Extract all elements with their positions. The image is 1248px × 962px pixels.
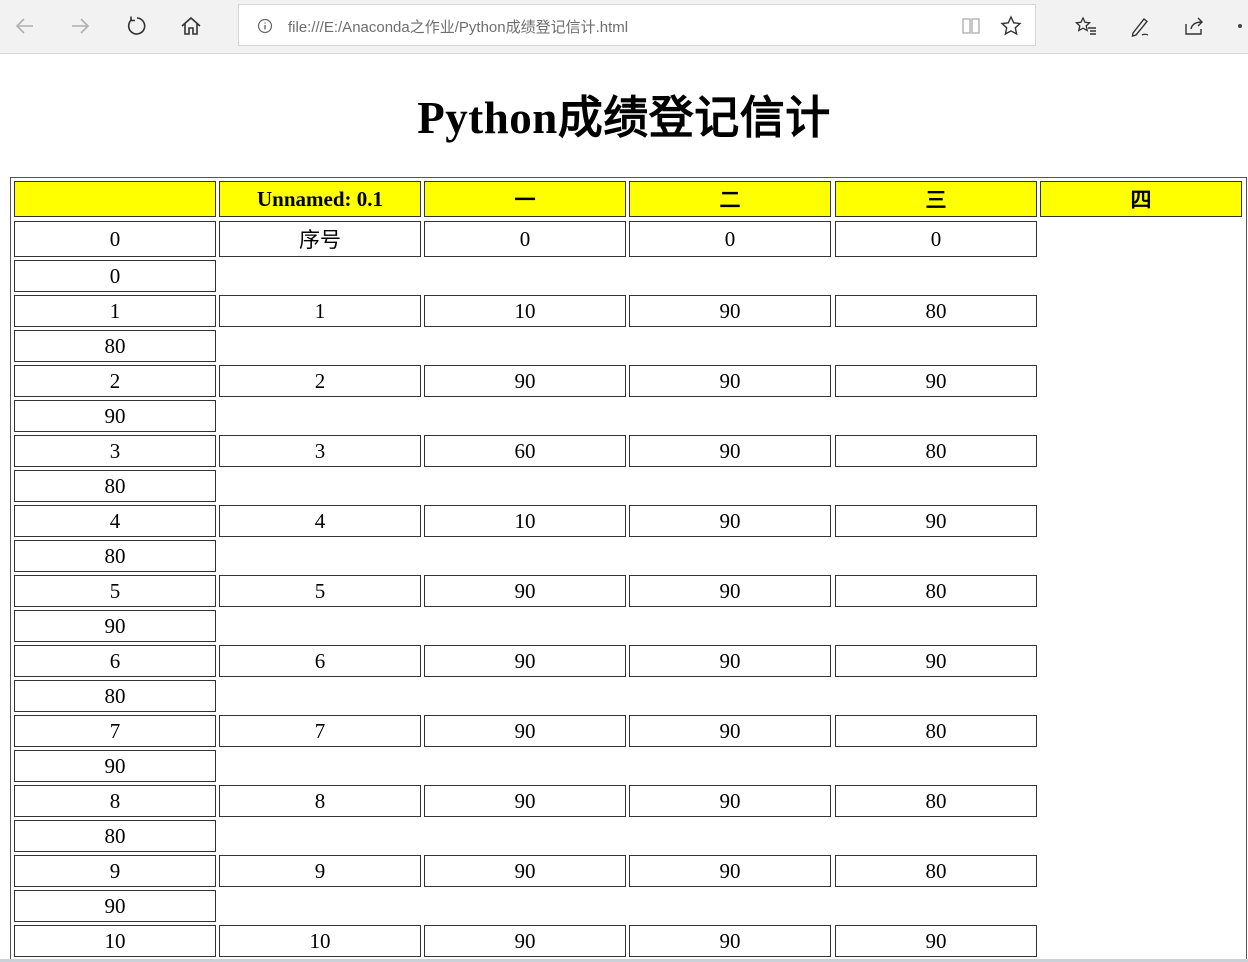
star-icon[interactable] xyxy=(1000,15,1022,37)
table-cell: 90 xyxy=(629,925,831,957)
table-cell: 80 xyxy=(835,295,1037,327)
back-arrow-icon xyxy=(15,18,33,34)
table-cell: 3 xyxy=(14,435,216,467)
table-cell-wrapped: 80 xyxy=(14,470,216,502)
header-cell xyxy=(14,181,216,217)
header-cell: 一 xyxy=(424,181,626,217)
table-cell: 90 xyxy=(629,855,831,887)
table-cell: 1 xyxy=(219,295,421,327)
header-cell: Unnamed: 0.1 xyxy=(219,181,421,217)
table-cell: 90 xyxy=(629,575,831,607)
table-cell: 90 xyxy=(629,715,831,747)
table-cell: 1 xyxy=(14,295,216,327)
header-cell: 三 xyxy=(835,181,1037,217)
pen-icon xyxy=(1131,18,1149,37)
table-cell: 7 xyxy=(14,715,216,747)
table-cell: 2 xyxy=(219,365,421,397)
table-cell: 90 xyxy=(835,365,1037,397)
table-cell: 80 xyxy=(835,435,1037,467)
table-cell-wrapped: 0 xyxy=(14,260,216,292)
table-cell: 60 xyxy=(424,435,626,467)
table-cell-wrapped: 90 xyxy=(14,890,216,922)
table-cell: 5 xyxy=(219,575,421,607)
favorites-button[interactable] xyxy=(1069,9,1103,43)
info-icon[interactable] xyxy=(257,18,273,34)
back-button[interactable] xyxy=(8,9,42,43)
page-title: Python成绩登记信计 xyxy=(417,93,831,143)
table-cell: 90 xyxy=(629,785,831,817)
home-button[interactable] xyxy=(174,9,208,43)
table-cell: 90 xyxy=(629,435,831,467)
table-cell: 10 xyxy=(424,505,626,537)
favorites-list-icon xyxy=(1075,16,1096,35)
table-cell: 7 xyxy=(219,715,421,747)
address-bar[interactable]: file:///E:/Anaconda之作业/Python成绩登记信计.html xyxy=(238,4,1036,46)
table-cell: 0 xyxy=(424,221,626,257)
share-icon xyxy=(1185,17,1203,35)
table-cell: 90 xyxy=(629,295,831,327)
table-cell: 6 xyxy=(14,645,216,677)
table-cell: 90 xyxy=(629,365,831,397)
table-cell: 80 xyxy=(835,855,1037,887)
table-cell: 90 xyxy=(835,645,1037,677)
table-cell-wrapped: 90 xyxy=(14,750,216,782)
table-cell: 80 xyxy=(835,715,1037,747)
table-cell: 90 xyxy=(835,505,1037,537)
table-cell: 10 xyxy=(424,295,626,327)
table-cell: 4 xyxy=(14,505,216,537)
table-cell: 6 xyxy=(219,645,421,677)
table-cell-wrapped: 90 xyxy=(14,400,216,432)
header-cell: 二 xyxy=(629,181,831,217)
header-cell: 四 xyxy=(1040,181,1242,217)
table-cell: 80 xyxy=(835,785,1037,817)
more-icon[interactable] xyxy=(1238,24,1242,28)
table-cell: 5 xyxy=(14,575,216,607)
browser-toolbar: file:///E:/Anaconda之作业/Python成绩登记信计.html xyxy=(0,0,1248,54)
table-cell-wrapped: 80 xyxy=(14,540,216,572)
table-cell: 90 xyxy=(424,785,626,817)
table-cell-wrapped: 80 xyxy=(14,330,216,362)
table-cell: 8 xyxy=(219,785,421,817)
table-cell: 80 xyxy=(835,575,1037,607)
table-cell: 90 xyxy=(835,925,1037,957)
table-cell-wrapped: 90 xyxy=(14,610,216,642)
refresh-button[interactable] xyxy=(119,9,153,43)
table-cell: 90 xyxy=(424,365,626,397)
reading-view-icon[interactable] xyxy=(961,16,981,36)
table-cell: 90 xyxy=(629,505,831,537)
table-cell: 4 xyxy=(219,505,421,537)
page-content: Python成绩登记信计 Unnamed: 0.1 一二三四 0 序号 0 0 0 0 1 1 10… xyxy=(0,55,1248,959)
url-text[interactable]: file:///E:/Anaconda之作业/Python成绩登记信计.html xyxy=(288,16,628,37)
table-cell: 90 xyxy=(424,645,626,677)
table-cell: 0 xyxy=(629,221,831,257)
table-cell: 0 xyxy=(14,221,216,257)
table-cell: 10 xyxy=(219,925,421,957)
table-cell: 9 xyxy=(14,855,216,887)
home-icon xyxy=(181,16,201,35)
table-cell: 10 xyxy=(14,925,216,957)
table-cell: 3 xyxy=(219,435,421,467)
table-cell: 序号 xyxy=(219,221,421,257)
table-cell-wrapped: 80 xyxy=(14,680,216,712)
grades-table: Unnamed: 0.1 一二三四 0 序号 0 0 0 0 1 1 10 90 80 80 2 2 90 90 9… xyxy=(10,177,1247,959)
table-cell: 2 xyxy=(14,365,216,397)
table-cell: 9 xyxy=(219,855,421,887)
table-cell: 0 xyxy=(835,221,1037,257)
refresh-icon xyxy=(127,16,146,35)
notes-button[interactable] xyxy=(1123,9,1157,43)
table-cell: 90 xyxy=(424,925,626,957)
table-cell: 90 xyxy=(424,715,626,747)
forward-button[interactable] xyxy=(63,9,97,43)
forward-arrow-icon xyxy=(72,18,90,34)
table-cell: 90 xyxy=(424,855,626,887)
table-cell-wrapped: 80 xyxy=(14,820,216,852)
share-button[interactable] xyxy=(1177,9,1211,43)
table-cell: 90 xyxy=(424,575,626,607)
table-cell: 8 xyxy=(14,785,216,817)
table-cell: 90 xyxy=(629,645,831,677)
